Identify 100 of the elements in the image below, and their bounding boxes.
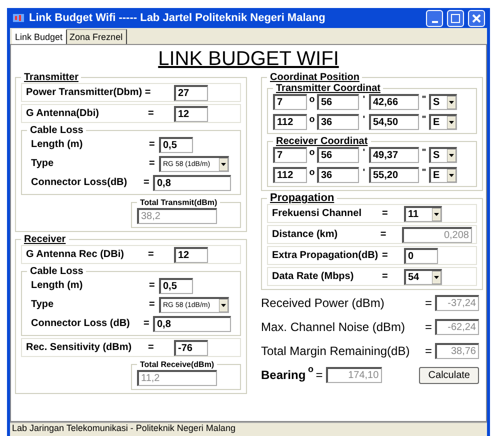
output-field[interactable]: 38,76 <box>435 343 479 359</box>
output-field[interactable]: 174,10 <box>326 367 382 383</box>
dropdown[interactable]: E <box>429 114 457 130</box>
group-title: Transmitter <box>23 72 80 83</box>
window-title: Link Budget Wifi ----- Lab Jartel Politeknik Negeri Malang <box>29 12 326 24</box>
field-label: G Antenna(Dbi) <box>26 108 100 119</box>
output-field[interactable]: -62,24 <box>435 319 479 335</box>
caret-icon <box>447 96 456 109</box>
caret-icon <box>447 116 456 129</box>
minimize-button[interactable] <box>426 10 443 26</box>
equals-sign: = <box>425 344 434 358</box>
caret-icon <box>432 270 441 284</box>
field-label: Length (m) <box>31 139 84 150</box>
input-field[interactable]: 36 <box>317 167 359 183</box>
input-field[interactable]: 56 <box>317 94 359 110</box>
input-field[interactable]: 12 <box>174 106 208 122</box>
equals-sign: = <box>148 342 155 353</box>
page-heading: LINK BUDGET WIFI <box>157 48 340 70</box>
result-label: Received Power (dBm) <box>261 296 386 310</box>
status-bar: Lab Jaringan Telekomunikasi - Politeknik Negeri Malang <box>10 422 487 436</box>
app-icon <box>12 12 25 24</box>
dropdown[interactable]: S <box>429 147 457 163</box>
input-field[interactable]: 0,8 <box>153 174 231 190</box>
equals-sign: = <box>149 299 156 310</box>
minute-mark: ' <box>362 94 366 104</box>
group-title: Transmitter Coordinat <box>275 83 382 94</box>
output-field[interactable]: 38,2 <box>137 208 217 224</box>
calculate-button[interactable]: Calculate <box>419 366 479 384</box>
second-mark: " <box>420 114 428 124</box>
input-field[interactable]: 42,66 <box>369 94 419 110</box>
group-title: Propagation <box>269 193 336 204</box>
input-field[interactable]: 112 <box>273 167 307 183</box>
equals-sign: = <box>149 158 156 169</box>
caret-icon <box>447 149 456 162</box>
close-icon <box>472 14 481 22</box>
field-label: Type <box>31 158 55 169</box>
field-label: Data Rate (Mbps) <box>272 271 355 282</box>
minimize-icon <box>432 20 438 22</box>
tab[interactable]: Link Budget <box>12 29 67 44</box>
output-field[interactable]: -37,24 <box>435 295 479 311</box>
equals-sign: = <box>316 368 324 382</box>
result-label: Bearing <box>261 368 306 382</box>
field-label: Extra Propagation(dB) <box>272 250 380 261</box>
dropdown[interactable]: E <box>429 167 457 183</box>
equals-sign: = <box>425 320 434 334</box>
caret-icon <box>447 169 456 182</box>
equals-sign: = <box>148 108 155 119</box>
input-field[interactable]: 56 <box>317 147 359 163</box>
input-field[interactable]: 12 <box>174 246 208 262</box>
input-field[interactable]: 0,8 <box>153 316 231 332</box>
field-label: G Antenna Rec (DBi) <box>26 249 125 260</box>
field-label: Rec. Sensitivity (dBm) <box>26 342 133 353</box>
input-field[interactable]: 54,50 <box>369 114 419 130</box>
input-field[interactable]: 55,20 <box>369 167 419 183</box>
group-title: Coordinat Position <box>269 72 360 83</box>
field-label: Type <box>31 299 55 310</box>
field-label: Length (m) <box>31 280 84 291</box>
equals-sign: = <box>148 249 155 260</box>
field-label: Connector Loss (dB) <box>31 318 131 329</box>
maximize-icon <box>451 14 460 22</box>
dropdown[interactable]: S <box>429 94 457 110</box>
degree-mark: o <box>308 94 316 104</box>
equals-sign: = <box>425 296 434 310</box>
input-field[interactable]: 0,5 <box>159 278 193 294</box>
output-field[interactable]: 0,208 <box>402 226 472 242</box>
dropdown[interactable]: 54 <box>404 268 442 284</box>
group-title: Total Transmit(dBm) <box>139 197 218 208</box>
minute-mark: ' <box>362 114 366 124</box>
input-field[interactable]: 27 <box>174 84 208 100</box>
input-field[interactable]: 49,37 <box>369 147 419 163</box>
second-mark: " <box>420 94 428 104</box>
equals-sign: = <box>143 177 150 188</box>
equals-sign: = <box>382 208 389 219</box>
input-field[interactable]: 0,5 <box>159 136 193 152</box>
degree-mark: o <box>308 167 316 177</box>
close-button[interactable] <box>468 10 485 26</box>
minute-mark: ' <box>362 147 366 157</box>
input-field[interactable]: -76 <box>174 340 208 356</box>
group-title: Cable Loss <box>29 266 84 277</box>
result-label: Total Margin Remaining(dB) <box>261 344 411 358</box>
maximize-button[interactable] <box>447 10 464 26</box>
degree-mark: o <box>306 364 314 374</box>
field-label: Distance (km) <box>272 229 339 240</box>
dropdown[interactable]: 11 <box>404 206 442 222</box>
input-field[interactable]: 36 <box>317 114 359 130</box>
field-label: Frekuensi Channel <box>272 208 362 219</box>
second-mark: " <box>420 147 428 157</box>
tab[interactable]: Zona Freznel <box>66 29 127 44</box>
group-title: Receiver <box>23 234 67 245</box>
input-field[interactable]: 7 <box>273 147 307 163</box>
input-field[interactable]: 7 <box>273 94 307 110</box>
equals-sign: = <box>380 229 388 240</box>
input-field[interactable]: 0 <box>404 248 438 264</box>
group-title: Total Receive(dBm) <box>139 359 216 370</box>
equals-sign: = <box>143 318 150 329</box>
output-field[interactable]: 11,2 <box>137 370 217 386</box>
caret-icon <box>432 208 441 220</box>
degree-mark: o <box>308 114 316 124</box>
field-label: Power Transmitter(Dbm) = <box>26 87 152 98</box>
input-field[interactable]: 112 <box>273 114 307 130</box>
